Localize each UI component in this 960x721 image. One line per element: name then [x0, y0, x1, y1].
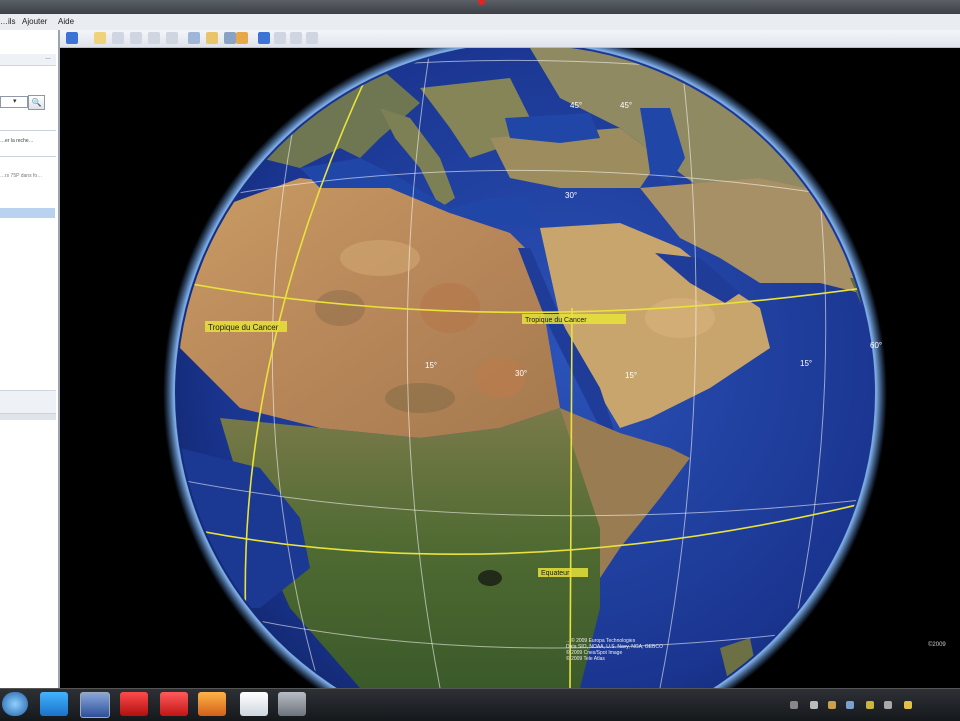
black-sea: [505, 113, 600, 143]
taskbar: [0, 688, 960, 721]
grid-label: 45°: [620, 101, 632, 110]
polygon-icon[interactable]: [112, 32, 124, 44]
menu-item-tools[interactable]: …ils: [0, 17, 16, 26]
grid-label: 15°: [800, 359, 812, 368]
divider: [0, 156, 56, 157]
earth-viewport[interactable]: 45° 30° 15° 30° 15° 15° 45° 60° Tropique…: [60, 48, 960, 688]
search-button[interactable]: 🔍: [28, 95, 45, 110]
ruler-icon[interactable]: [236, 32, 248, 44]
globe[interactable]: 45° 30° 15° 30° 15° 15° 45° 60° Tropique…: [60, 48, 960, 688]
grid-label: 60°: [870, 341, 882, 350]
grid-label: 45°: [570, 101, 582, 110]
selected-list-item[interactable]: [0, 208, 55, 218]
search-tab-label: …: [45, 55, 51, 61]
grid-label: 30°: [515, 369, 527, 378]
chevron-down-icon[interactable]: ▾: [13, 97, 23, 106]
volume-icon[interactable]: [884, 701, 892, 709]
recording-indicator-icon: [478, 0, 485, 5]
placemark-icon[interactable]: [94, 32, 106, 44]
image-overlay-icon[interactable]: [148, 32, 160, 44]
menu-item-add[interactable]: Ajouter: [22, 17, 47, 26]
tray-icon[interactable]: [828, 701, 836, 709]
save-image-icon[interactable]: [290, 32, 302, 44]
document-icon[interactable]: [240, 692, 268, 716]
places-panel-header[interactable]: [0, 390, 56, 414]
tray-icon[interactable]: [866, 701, 874, 709]
historical-imagery-icon[interactable]: [188, 32, 200, 44]
email-icon[interactable]: [258, 32, 270, 44]
grid-label: 30°: [565, 191, 577, 200]
firefox-icon[interactable]: [198, 692, 226, 716]
tropic-cancer-west-label: Tropique du Cancer: [208, 323, 279, 332]
print-icon[interactable]: [274, 32, 286, 44]
start-button-icon[interactable]: [2, 692, 28, 716]
imagery-attribution: …© 2009 Europa Technologies Data SIO, NO…: [566, 638, 663, 662]
menu-item-help[interactable]: Aide: [58, 17, 74, 26]
tray-icon[interactable]: [790, 701, 798, 709]
clear-search-link[interactable]: …er la reche…: [0, 138, 34, 144]
attribution-line: © 2009 Tele Atlas: [566, 656, 605, 662]
equator-label: Equateur: [541, 570, 570, 577]
copyright-text: ©2009: [928, 642, 946, 648]
record-tour-icon[interactable]: [166, 32, 178, 44]
security-icon[interactable]: [278, 692, 306, 716]
sidebar: … ▾ 🔍 …er la reche… …rs 75P dans fo…: [0, 30, 60, 688]
sidebar-scrollbar[interactable]: [0, 414, 56, 420]
view-in-maps-icon[interactable]: [306, 32, 318, 44]
planets-icon[interactable]: [224, 32, 236, 44]
title-bar: [0, 0, 960, 14]
sidebar-toggle-icon[interactable]: [66, 32, 78, 44]
media-player-icon[interactable]: [120, 692, 148, 716]
divider: [0, 130, 56, 131]
tropic-cancer-label: Tropique du Cancer: [525, 317, 587, 324]
grid-label: 15°: [625, 371, 637, 380]
tray-icon[interactable]: [846, 701, 854, 709]
toolbar: [60, 30, 960, 48]
grid-label: 15°: [425, 361, 437, 370]
search-hint-text: …rs 75P dans fo…: [0, 173, 43, 179]
recorder-icon[interactable]: [160, 692, 188, 716]
path-icon[interactable]: [130, 32, 142, 44]
network-icon[interactable]: [904, 701, 912, 709]
google-earth-icon[interactable]: [80, 692, 110, 718]
menu-bar: …ils Ajouter Aide: [0, 14, 960, 31]
sun-icon[interactable]: [206, 32, 218, 44]
skype-icon[interactable]: [40, 692, 68, 716]
tray-icon[interactable]: [810, 701, 818, 709]
